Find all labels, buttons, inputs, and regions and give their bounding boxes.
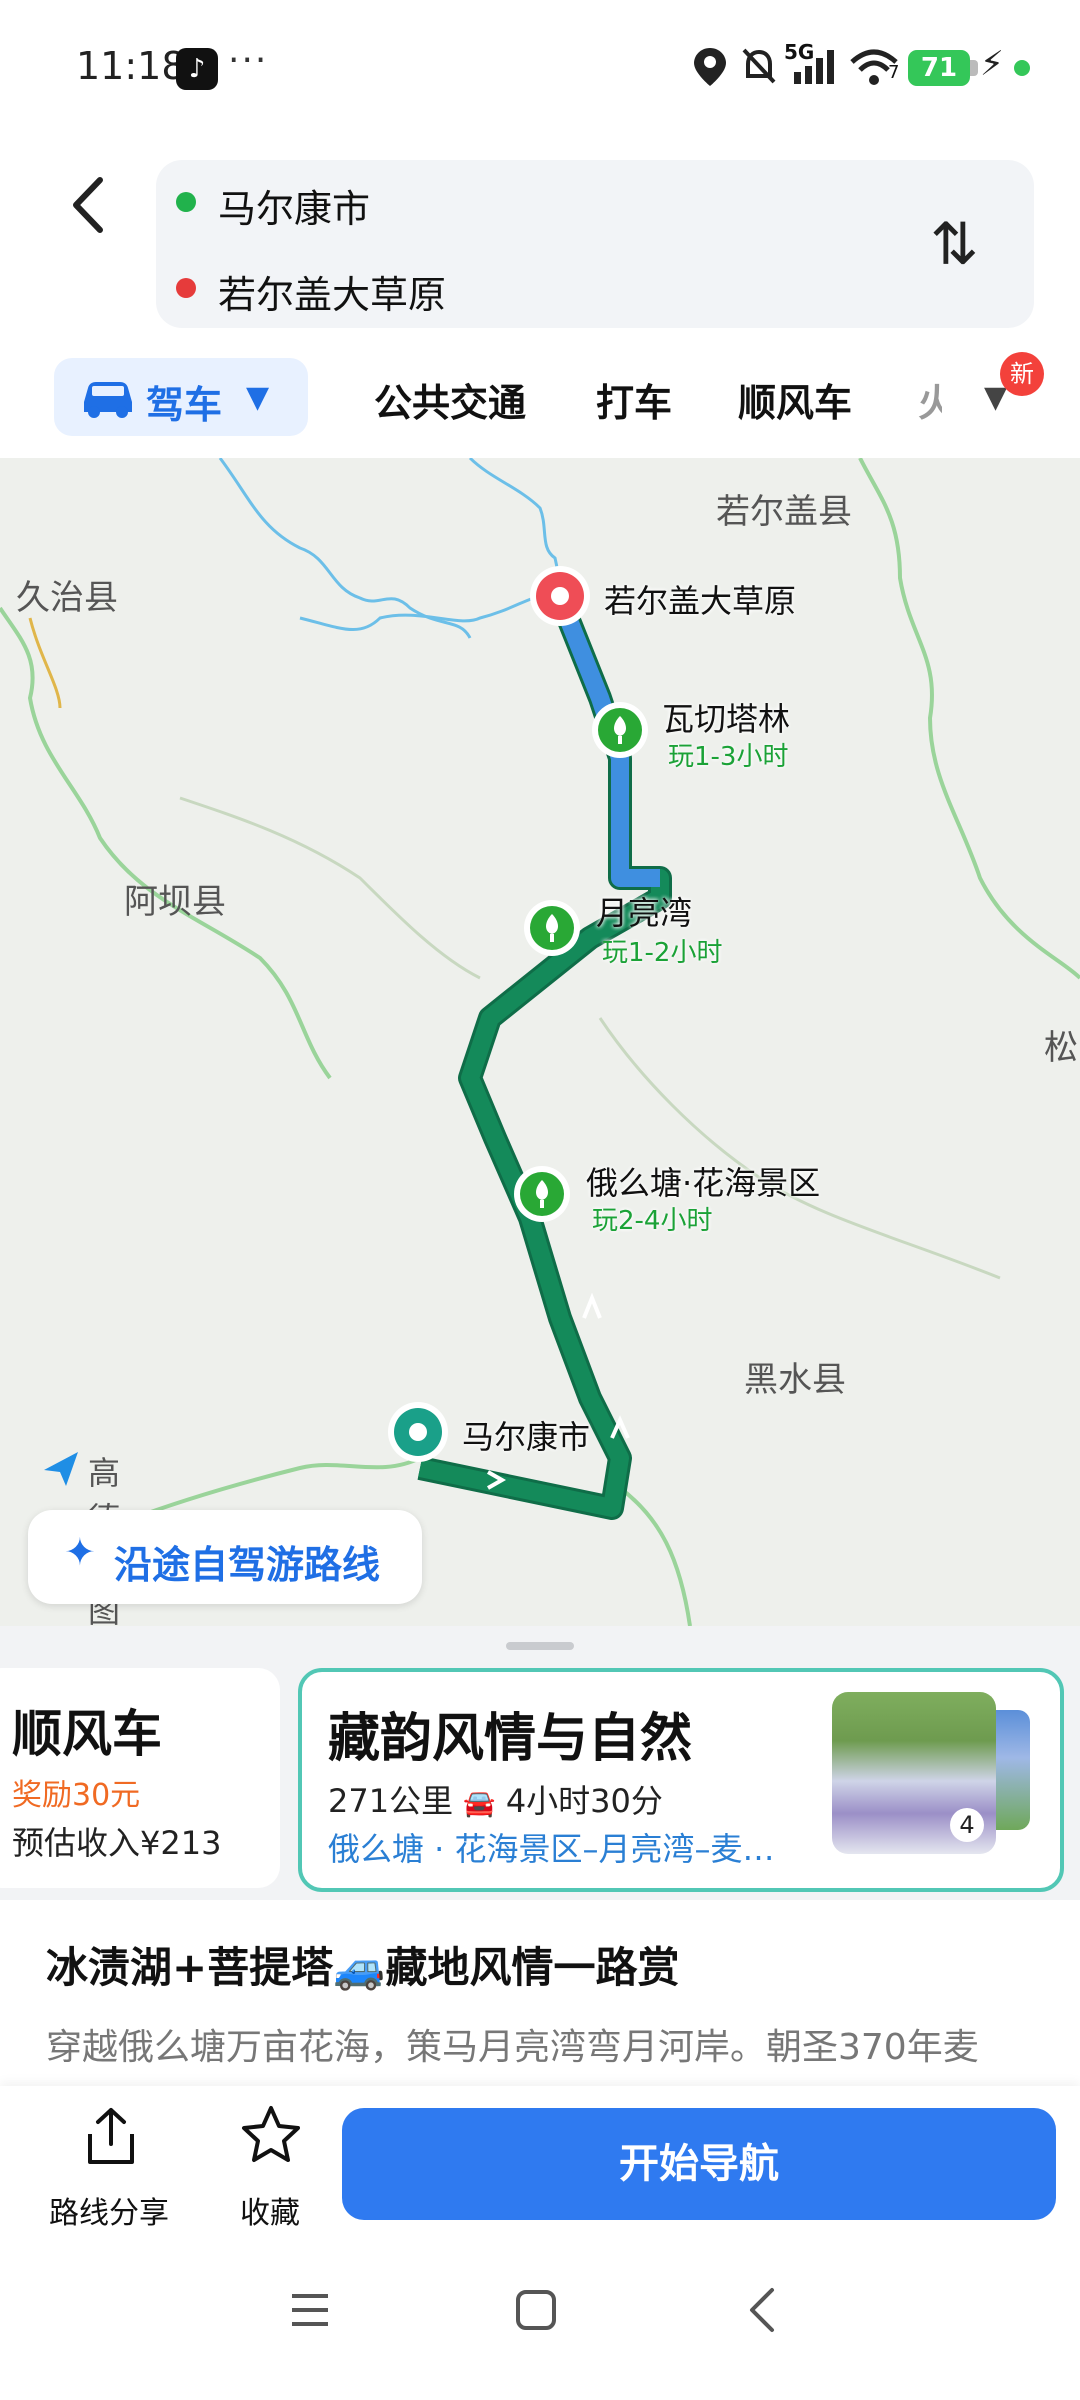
region-label: 久治县 [16,578,118,618]
route-card-meta: 271公里 🚘 4小时30分 [328,1776,663,1822]
tab-drive[interactable]: 驾车 ▼ [54,358,308,436]
start-navigation-button[interactable]: 开始导航 [342,2108,1056,2220]
back-icon[interactable] [744,2286,780,2334]
amap-logo-icon [44,1452,78,1486]
charging-icon: ⚡ [980,44,1004,84]
share-icon [88,2108,134,2164]
battery-indicator: 71 [908,50,970,86]
share-label: 路线分享 [49,2196,169,2231]
back-chevron-icon[interactable] [60,170,120,240]
road [28,617,62,709]
more-notifications-icon: ··· [228,40,269,81]
status-time: 11:18 [76,44,186,88]
route-suggestion-card[interactable]: 藏韵风情与自然 271公里 🚘 4小时30分 俄么塘 · 花海景区–月亮湾–麦…… [298,1668,1064,1892]
tiktok-icon: ♪ [176,48,218,90]
tab-drive-label: 驾车 [146,383,223,427]
new-badge: 新 [1000,352,1044,396]
destination-field[interactable]: 若尔盖大草原 [218,264,446,319]
river [218,458,472,639]
poi-pin-icon [514,1166,570,1222]
self-drive-route-button[interactable]: ✦ 沿途自驾游路线 [28,1510,422,1604]
carpool-title: 顺风车 [12,1705,162,1763]
home-icon[interactable] [514,2288,558,2332]
signal-icon [794,50,834,84]
location-icon [694,48,726,86]
poi-label[interactable]: 若尔盖大草原 [604,576,796,622]
route-photo[interactable]: 4 [832,1692,996,1854]
map-view[interactable]: 若尔盖县 久治县 阿坝县 松 黑水县 若尔盖大草原 瓦切塔林 玩1-3小时 月亮… [0,458,1080,1626]
sparkle-icon: ✦ [64,1530,96,1574]
poi-label[interactable]: 瓦切塔林 [662,694,790,740]
carpool-income: 预估收入¥213 [12,1824,222,1862]
carpool-reward: 奖励30元 [12,1778,141,1813]
tab-carpool[interactable]: 顺风车 [738,372,852,427]
origin-dot-icon [176,192,196,212]
poi-label[interactable]: 俄么塘·花海景区 [586,1158,820,1204]
route-arrow [582,1292,602,1319]
poi-pin-icon [524,900,580,956]
photo-count-badge: 4 [950,1808,984,1842]
wifi-badge: 7 [888,62,900,83]
region-label: 松 [1044,1028,1078,1068]
route-card-stops: 俄么塘 · 花海景区–月亮湾–麦… [328,1830,775,1868]
poi-label[interactable]: 马尔康市 [462,1412,590,1458]
destination-dot-icon [176,278,196,298]
favorite-label: 收藏 [240,2196,300,2231]
boundary [858,458,1080,980]
status-bar: 11:18 ♪ ··· 5G 7 71 ⚡ [0,0,1080,140]
swap-route-icon[interactable]: ⇅ [930,210,979,278]
menu-icon[interactable] [288,2290,332,2330]
battery-tip [970,60,978,76]
car-small-icon: 🚘 [463,1789,496,1819]
route-card-title: 藏韵风情与自然 [328,1709,693,1769]
boundary [598,1017,1001,1280]
poi-time: 玩2-4小时 [592,1206,713,1236]
poi-time: 玩1-2小时 [602,938,723,968]
region-label: 阿坝县 [124,882,226,922]
system-navigation-bar [0,2246,1080,2400]
poi-time: 玩1-3小时 [668,742,789,772]
tab-taxi[interactable]: 打车 [596,372,672,427]
description-text: 穿越俄么塘万亩花海，策马月亮湾弯月河岸。朝圣370年麦 [46,2027,979,2068]
description-title: 冰渍湖+菩提塔🚙藏地风情一路赏 [46,1943,680,1992]
poi-pin-icon [592,702,648,758]
boundary [618,1486,692,1626]
chevron-down-icon: ▼ [246,380,270,415]
route-distance: 271公里 [328,1782,454,1820]
region-label: 若尔盖县 [716,492,852,532]
car-icon [84,382,132,418]
tab-public-transit[interactable]: 公共交通 [374,372,526,427]
star-icon [242,2106,300,2162]
self-drive-route-label: 沿途自驾游路线 [114,1543,381,1587]
mute-bell-icon [742,48,776,84]
privacy-dot [1014,60,1030,76]
route-input-box[interactable]: 马尔康市 若尔盖大草原 [156,160,1034,328]
carpool-card[interactable]: 顺风车 奖励30元 预估收入¥213 [0,1668,280,1888]
sheet-drag-handle[interactable] [506,1642,574,1650]
river [299,593,557,632]
origin-field[interactable]: 马尔康市 [218,178,370,233]
tab-train[interactable]: 火 [918,372,942,427]
poi-label[interactable]: 月亮湾 [596,888,692,934]
route-duration: 4小时30分 [505,1782,663,1820]
boundary [0,606,332,1080]
region-label: 黑水县 [744,1360,846,1400]
